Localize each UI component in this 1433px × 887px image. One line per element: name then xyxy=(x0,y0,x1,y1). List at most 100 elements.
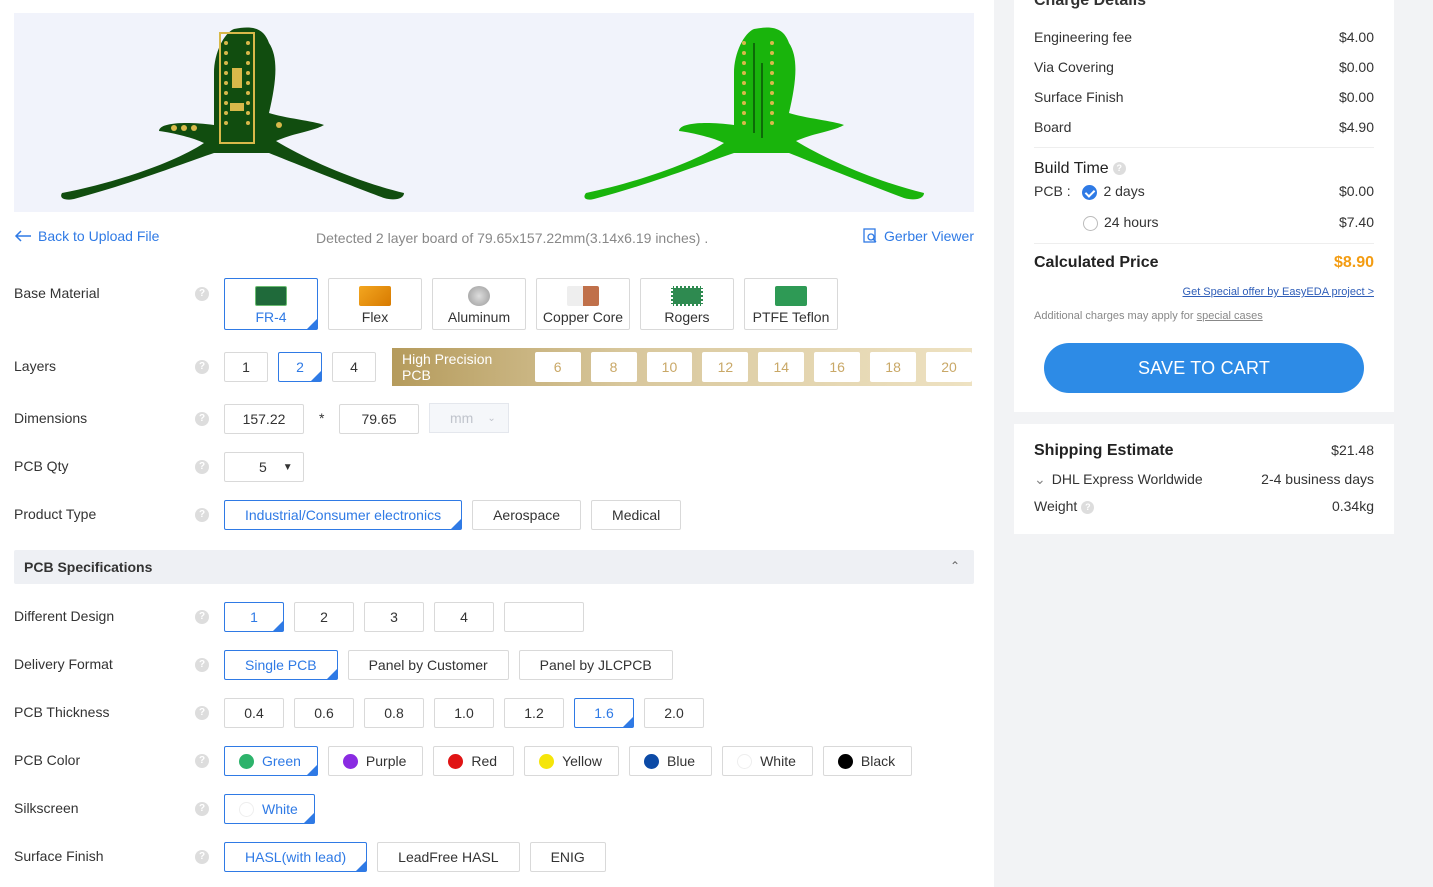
gerber-viewer-icon xyxy=(863,228,877,243)
thickness-option[interactable]: 1.0 xyxy=(434,698,494,728)
radio-checked-icon[interactable] xyxy=(1082,184,1098,200)
pcb-bottom-image xyxy=(584,27,924,200)
special-offer-link[interactable]: Get Special offer by EasyEDA project > xyxy=(1183,286,1374,298)
color-green[interactable]: Green xyxy=(224,746,318,776)
back-to-upload-link[interactable]: Back to Upload File xyxy=(14,228,159,244)
purple-swatch-icon xyxy=(342,753,358,769)
help-icon[interactable]: ? xyxy=(195,508,209,522)
build-option-row[interactable]: 24 hours $7.40 xyxy=(1034,214,1374,231)
help-icon[interactable]: ? xyxy=(195,460,209,474)
color-purple[interactable]: Purple xyxy=(327,746,424,776)
build-time-label: Build Time xyxy=(1034,160,1109,177)
help-icon[interactable]: ? xyxy=(195,802,209,816)
help-icon[interactable]: ? xyxy=(195,658,209,672)
help-icon[interactable]: ? xyxy=(195,706,209,720)
charge-details-header: Charge Details xyxy=(1034,0,1374,10)
base-material-row: Base Material ? FR-4 Flex Aluminum Coppe… xyxy=(14,278,974,330)
layers-option-16[interactable]: 16 xyxy=(814,352,861,382)
help-icon[interactable]: ? xyxy=(195,360,209,374)
charge-details-card: Charge Details Engineering fee $4.00 Via… xyxy=(1014,0,1394,412)
help-icon[interactable]: ? xyxy=(195,850,209,864)
charge-label: Surface Finish xyxy=(1034,89,1124,105)
gerber-viewer-link[interactable]: Gerber Viewer xyxy=(862,228,974,244)
color-yellow[interactable]: Yellow xyxy=(524,746,620,776)
layers-option-18[interactable]: 18 xyxy=(870,352,917,382)
surface-finish-options: HASL(with lead) LeadFree HASL ENIG xyxy=(224,842,606,872)
pcb-qty-value: 5 xyxy=(259,459,267,475)
material-copper-core[interactable]: Copper Core xyxy=(536,278,630,330)
thickness-option[interactable]: 0.6 xyxy=(294,698,354,728)
calculated-price-row: Calculated Price $8.90 xyxy=(1034,254,1374,272)
detected-board-text: Detected 2 layer board of 79.65x157.22mm… xyxy=(316,230,709,246)
help-icon[interactable]: ? xyxy=(1081,500,1095,514)
additional-charges-text: Additional charges may apply for xyxy=(1034,310,1194,322)
help-icon[interactable]: ? xyxy=(195,412,209,426)
design-option-2[interactable]: 2 xyxy=(294,602,354,632)
chevron-down-icon: ⌄ xyxy=(1034,471,1046,487)
build-option-row[interactable]: PCB : 2 days $0.00 xyxy=(1034,183,1374,200)
help-icon[interactable]: ? xyxy=(195,610,209,624)
color-white[interactable]: White xyxy=(722,746,813,776)
finish-leadfree-hasl[interactable]: LeadFree HASL xyxy=(377,842,520,872)
material-fr4[interactable]: FR-4 xyxy=(224,278,318,330)
layers-option-12[interactable]: 12 xyxy=(702,352,749,382)
layers-option-4[interactable]: 4 xyxy=(332,352,376,382)
special-cases-link[interactable]: special cases xyxy=(1197,310,1263,322)
layers-option-2[interactable]: 2 xyxy=(278,352,322,382)
pcb-qty-select[interactable]: 5 ▼ xyxy=(224,452,304,482)
silkscreen-white[interactable]: White xyxy=(224,794,315,824)
layers-option-8[interactable]: 8 xyxy=(590,352,637,382)
design-option-3[interactable]: 3 xyxy=(364,602,424,632)
height-input[interactable]: 79.65 xyxy=(339,404,419,434)
rogers-thumbnail-icon xyxy=(671,286,703,306)
delivery-panel-by-jlcpcb[interactable]: Panel by JLCPCB xyxy=(518,650,673,680)
delivery-format-row: Delivery Format ? Single PCB Panel by Cu… xyxy=(14,650,974,680)
layers-option-14[interactable]: 14 xyxy=(758,352,805,382)
color-black[interactable]: Black xyxy=(822,746,913,776)
finish-hasl-with-lead[interactable]: HASL(with lead) xyxy=(224,842,368,872)
finish-enig[interactable]: ENIG xyxy=(529,842,606,872)
color-blue[interactable]: Blue xyxy=(629,746,713,776)
thickness-option[interactable]: 1.2 xyxy=(504,698,564,728)
material-ptfe-teflon[interactable]: PTFE Teflon xyxy=(744,278,838,330)
shipping-method-row[interactable]: ⌄ DHL Express Worldwide 2-4 business days xyxy=(1034,471,1374,488)
material-flex[interactable]: Flex xyxy=(328,278,422,330)
design-custom-input[interactable] xyxy=(504,602,584,632)
build-option-label: 2 days xyxy=(1103,183,1145,199)
help-icon[interactable]: ? xyxy=(1112,162,1126,176)
delivery-panel-by-customer[interactable]: Panel by Customer xyxy=(347,650,509,680)
layers-option-10[interactable]: 10 xyxy=(646,352,693,382)
radio-unchecked-icon[interactable] xyxy=(1083,215,1098,231)
design-option-4[interactable]: 4 xyxy=(434,602,494,632)
calculated-price-value: $8.90 xyxy=(1333,254,1374,271)
material-label: PTFE Teflon xyxy=(752,309,830,325)
material-rogers[interactable]: Rogers xyxy=(640,278,734,330)
delivery-single-pcb[interactable]: Single PCB xyxy=(224,650,338,680)
product-type-aerospace[interactable]: Aerospace xyxy=(472,500,582,530)
layers-option-6[interactable]: 6 xyxy=(534,352,581,382)
thickness-option-selected[interactable]: 1.6 xyxy=(574,698,634,728)
build-option-value: $0.00 xyxy=(1338,183,1374,199)
help-icon[interactable]: ? xyxy=(195,287,209,301)
width-input[interactable]: 157.22 xyxy=(224,404,304,434)
help-icon[interactable]: ? xyxy=(195,754,209,768)
material-aluminum[interactable]: Aluminum xyxy=(432,278,526,330)
layers-option-20[interactable]: 20 xyxy=(926,352,972,382)
save-to-cart-button[interactable]: SAVE TO CART xyxy=(1044,343,1364,393)
thickness-option[interactable]: 0.8 xyxy=(364,698,424,728)
layers-option-1[interactable]: 1 xyxy=(224,352,268,382)
color-red[interactable]: Red xyxy=(433,746,515,776)
design-option-1[interactable]: 1 xyxy=(224,602,284,632)
product-type-industrial[interactable]: Industrial/Consumer electronics xyxy=(224,500,463,530)
shipping-header-row: Shipping Estimate $21.48 xyxy=(1034,442,1374,460)
layers-label: Layers xyxy=(14,358,57,374)
product-type-row: Product Type ? Industrial/Consumer elect… xyxy=(14,500,974,530)
thickness-option[interactable]: 2.0 xyxy=(644,698,704,728)
material-label: FR-4 xyxy=(255,309,287,325)
product-type-medical[interactable]: Medical xyxy=(591,500,682,530)
unit-select[interactable]: mm ⌄ xyxy=(429,403,509,433)
pcb-top-image xyxy=(61,27,405,200)
pcb-specifications-header[interactable]: PCB Specifications ⌃ xyxy=(14,550,974,584)
thickness-option[interactable]: 0.4 xyxy=(224,698,284,728)
charge-value: $4.90 xyxy=(1338,119,1374,135)
